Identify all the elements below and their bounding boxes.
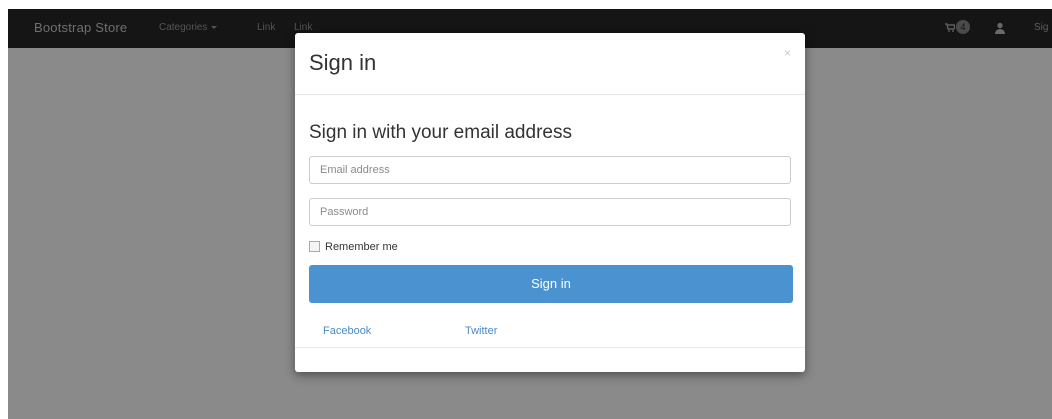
brand-logo-text[interactable]: Bootstrap Store: [34, 20, 127, 35]
signin-submit-button[interactable]: Sign in: [309, 265, 793, 303]
nav-signin-link[interactable]: Sig: [1034, 22, 1048, 33]
user-icon[interactable]: [994, 22, 1006, 34]
remember-me-checkbox[interactable]: [309, 240, 320, 252]
nav-categories-dropdown[interactable]: Categories: [159, 22, 218, 33]
cart-icon: [945, 22, 956, 32]
modal-footer-divider: [295, 347, 805, 348]
modal-header: Sign in ×: [295, 33, 805, 95]
signin-subheading: Sign in with your email address: [309, 122, 572, 143]
cart-count-badge: 4: [956, 20, 970, 34]
password-field[interactable]: [309, 198, 791, 226]
nav-categories-label: Categories: [159, 22, 208, 33]
remember-me-label: Remember me: [325, 241, 398, 253]
caret-down-icon: [211, 25, 218, 29]
remember-me-row[interactable]: Remember me: [309, 240, 398, 253]
signin-modal: Sign in × Sign in with your email addres…: [295, 33, 805, 372]
twitter-link[interactable]: Twitter: [465, 325, 497, 337]
facebook-link[interactable]: Facebook: [323, 325, 371, 337]
cart-button[interactable]: 4: [945, 20, 970, 34]
close-button[interactable]: ×: [784, 46, 791, 60]
nav-link-2[interactable]: Link: [294, 22, 312, 33]
modal-title: Sign in: [309, 50, 377, 75]
nav-link-1[interactable]: Link: [257, 22, 275, 33]
email-field[interactable]: [309, 156, 791, 184]
